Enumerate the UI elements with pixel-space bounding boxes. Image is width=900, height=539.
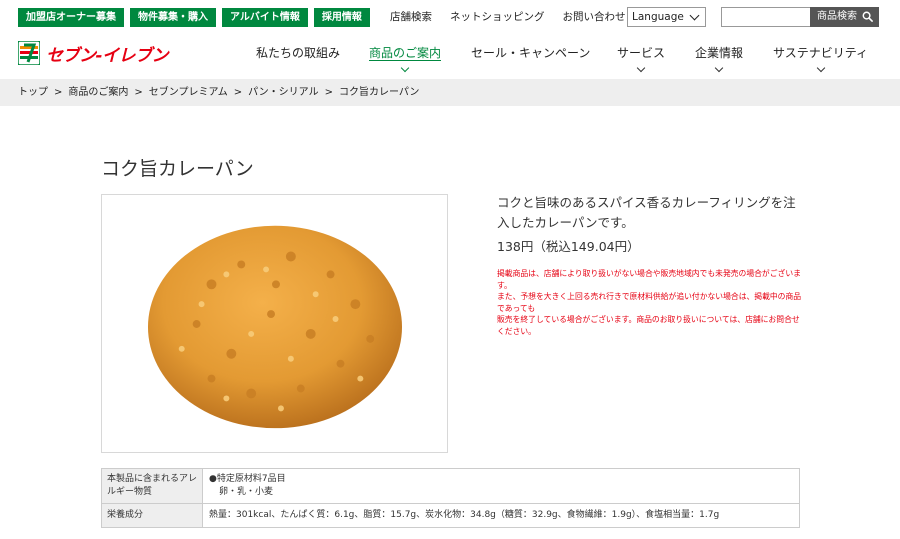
product-search-input[interactable] <box>721 7 810 27</box>
recruitment-button[interactable]: 採用情報 <box>313 8 370 27</box>
online-shopping-link[interactable]: ネットショッピング <box>450 9 545 25</box>
table-row: 本製品に含まれるアレルギー物質 ●特定原材料7品目 卵・乳・小麦 <box>101 468 800 504</box>
logo-text: セブン-イレブン <box>46 45 169 66</box>
contact-link[interactable]: お問い合わせ <box>563 9 626 25</box>
nav-item-corporate[interactable]: 企業情報 <box>695 44 744 73</box>
breadcrumb-item-products[interactable]: 商品のご案内 <box>68 87 128 98</box>
breadcrumb-item-top[interactable]: トップ <box>18 87 48 98</box>
table-row: 栄養成分 熱量：301kcal、たんぱく質：6.1g、脂質：15.7g、炭水化物… <box>101 503 800 528</box>
breadcrumb-separator: > <box>54 87 63 98</box>
nav-item-services[interactable]: サービス <box>617 44 666 73</box>
store-search-link[interactable]: 店舗検索 <box>390 9 432 25</box>
language-select[interactable]: Language <box>627 7 706 27</box>
seven-eleven-logo-icon <box>18 41 40 65</box>
chevron-down-icon <box>689 10 700 21</box>
allergen-header: 本製品に含まれるアレルギー物質 <box>101 468 203 504</box>
chevron-down-icon <box>816 63 825 73</box>
product-image <box>101 194 448 453</box>
allergen-category: ●特定原材料7品目 <box>209 474 286 484</box>
product-price: 138円（税込149.04円） <box>497 239 640 254</box>
curry-bread-illustration <box>147 225 403 429</box>
search-icon <box>862 11 873 22</box>
recruit-buttons: 加盟店オーナー募集 物件募集・購入 アルバイト情報 採用情報 <box>18 8 370 27</box>
product-search-button[interactable]: 商品検索 <box>810 7 879 27</box>
chevron-down-icon <box>636 63 646 73</box>
chevron-down-icon <box>400 63 410 73</box>
chevron-down-icon <box>714 63 724 73</box>
note-line: 掲載商品は、店舗により取り扱いがない場合や販売地域内でも未発売の場合がございます… <box>497 269 801 290</box>
part-time-job-button[interactable]: アルバイト情報 <box>222 8 308 27</box>
nav-item-label: 商品のご案内 <box>369 46 442 61</box>
site-logo[interactable]: セブン-イレブン <box>18 38 198 68</box>
page-title: コク旨カレーパン <box>101 158 254 180</box>
breadcrumb-item-bread-cereal[interactable]: パン・シリアル <box>248 87 318 98</box>
breadcrumb-separator: > <box>233 87 243 98</box>
nutrition-cell: 熱量：301kcal、たんぱく質：6.1g、脂質：15.7g、炭水化物：34.8… <box>202 503 800 528</box>
nav-item-label: 私たちの取組み <box>256 46 341 60</box>
note-line: 販売を終了している場合がございます。商品のお取り扱いについては、店舗にお問合せく… <box>497 315 800 336</box>
utility-bar: 加盟店オーナー募集 物件募集・購入 アルバイト情報 採用情報 店舗検索 ネットシ… <box>0 0 900 34</box>
breadcrumb-item-seven-premium[interactable]: セブンプレミアム <box>149 87 228 98</box>
nav-item-label: セール・キャンペーン <box>471 46 591 60</box>
nav-item-sales-campaigns[interactable]: セール・キャンペーン <box>471 44 590 61</box>
breadcrumb: トップ > 商品のご案内 > セブンプレミアム > パン・シリアル > コク旨カレーパン <box>0 79 900 106</box>
availability-notes: 掲載商品は、店舗により取り扱いがない場合や販売地域内でも未発売の場合がございます… <box>497 268 802 337</box>
nav-item-initiatives[interactable]: 私たちの取組み <box>256 44 340 61</box>
breadcrumb-separator: > <box>324 87 333 98</box>
breadcrumb-item-current: コク旨カレーパン <box>338 87 420 98</box>
nav-item-products[interactable]: 商品のご案内 <box>369 44 442 73</box>
nav-item-label: 企業情報 <box>695 46 744 60</box>
product-search-button-label: 商品検索 <box>817 11 857 22</box>
language-select-label: Language <box>632 11 684 23</box>
note-line: また、予想を大きく上回る売れ行きで原材料供給が追い付かない場合は、掲載中の商品で… <box>497 292 802 313</box>
utility-links: 店舗検索 ネットショッピング お問い合わせ <box>390 9 626 25</box>
product-info-table: 本製品に含まれるアレルギー物質 ●特定原材料7品目 卵・乳・小麦 栄養成分 熱量… <box>101 468 800 528</box>
nav-item-sustainability[interactable]: サステナビリティ <box>773 44 869 73</box>
property-button[interactable]: 物件募集・購入 <box>130 8 216 27</box>
nav-item-label: サービス <box>617 46 666 60</box>
allergen-cell: ●特定原材料7品目 卵・乳・小麦 <box>202 468 800 504</box>
allergen-list: 卵・乳・小麦 <box>219 487 274 497</box>
franchise-owner-button[interactable]: 加盟店オーナー募集 <box>18 8 124 27</box>
nutrition-header: 栄養成分 <box>101 503 203 528</box>
breadcrumb-separator: > <box>134 87 143 98</box>
nav-item-label: サステナビリティ <box>773 46 869 60</box>
product-description: コクと旨味のあるスパイス香るカレーフィリングを注入したカレーパンです。 <box>497 195 796 230</box>
site-header: セブン-イレブン 私たちの取組み 商品のご案内 セール・キャンペーン サービス … <box>0 34 900 78</box>
